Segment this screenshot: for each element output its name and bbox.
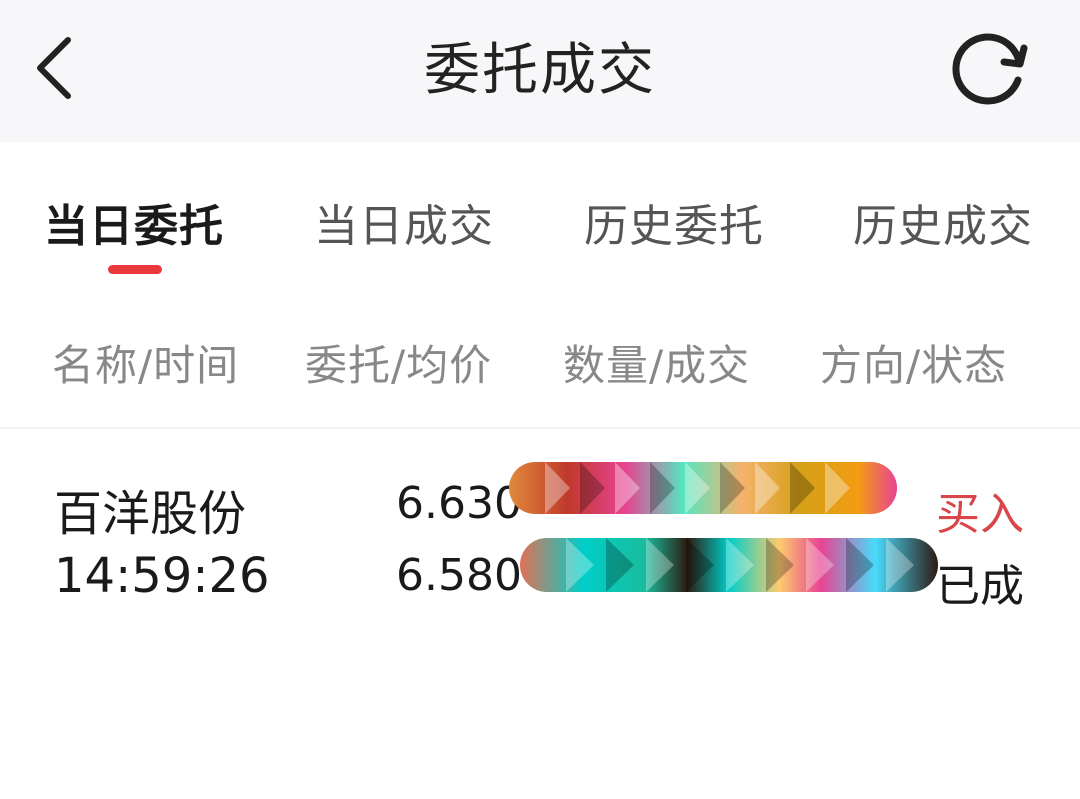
column-header-direction-status: 方向/状态: [820, 341, 1008, 390]
orders-screen: 委托成交 当日委托 当日成交 历史委托 历史成交 名称/时间 委托/均价 数量/…: [0, 0, 1080, 799]
column-header-quantity: 数量/成交: [563, 341, 751, 390]
column-header-name-time: 名称/时间: [52, 341, 240, 390]
column-headers: 名称/时间 委托/均价 数量/成交 方向/状态: [0, 292, 1080, 429]
nav-header: 委托成交: [0, 0, 1080, 142]
tab-history-orders[interactable]: 历史委托: [584, 190, 764, 254]
average-price: 6.580: [396, 550, 522, 601]
tab-bar: 当日委托 当日成交 历史委托 历史成交: [0, 142, 1080, 292]
back-button[interactable]: [22, 28, 92, 108]
tab-today-trades[interactable]: 当日成交: [314, 190, 494, 254]
order-status: 已成: [936, 561, 1024, 612]
page-title: 委托成交: [424, 38, 656, 103]
order-direction: 买入: [936, 489, 1024, 540]
tab-today-orders[interactable]: 当日委托: [44, 190, 224, 254]
redaction-scribble: [520, 538, 938, 592]
refresh-icon: [952, 33, 1028, 105]
column-header-price: 委托/均价: [305, 341, 493, 390]
chevron-left-icon: [37, 37, 71, 99]
refresh-button[interactable]: [946, 28, 1036, 108]
order-time: 14:59:26: [54, 548, 270, 604]
stock-name: 百洋股份: [54, 486, 247, 542]
active-tab-indicator: [108, 265, 162, 274]
order-price: 6.630: [396, 478, 522, 529]
redaction-scribble: [509, 462, 897, 514]
order-row[interactable]: 百洋股份 14:59:26 6.630 6.580 买入 已成: [0, 430, 1080, 630]
tab-history-trades[interactable]: 历史成交: [853, 190, 1033, 254]
